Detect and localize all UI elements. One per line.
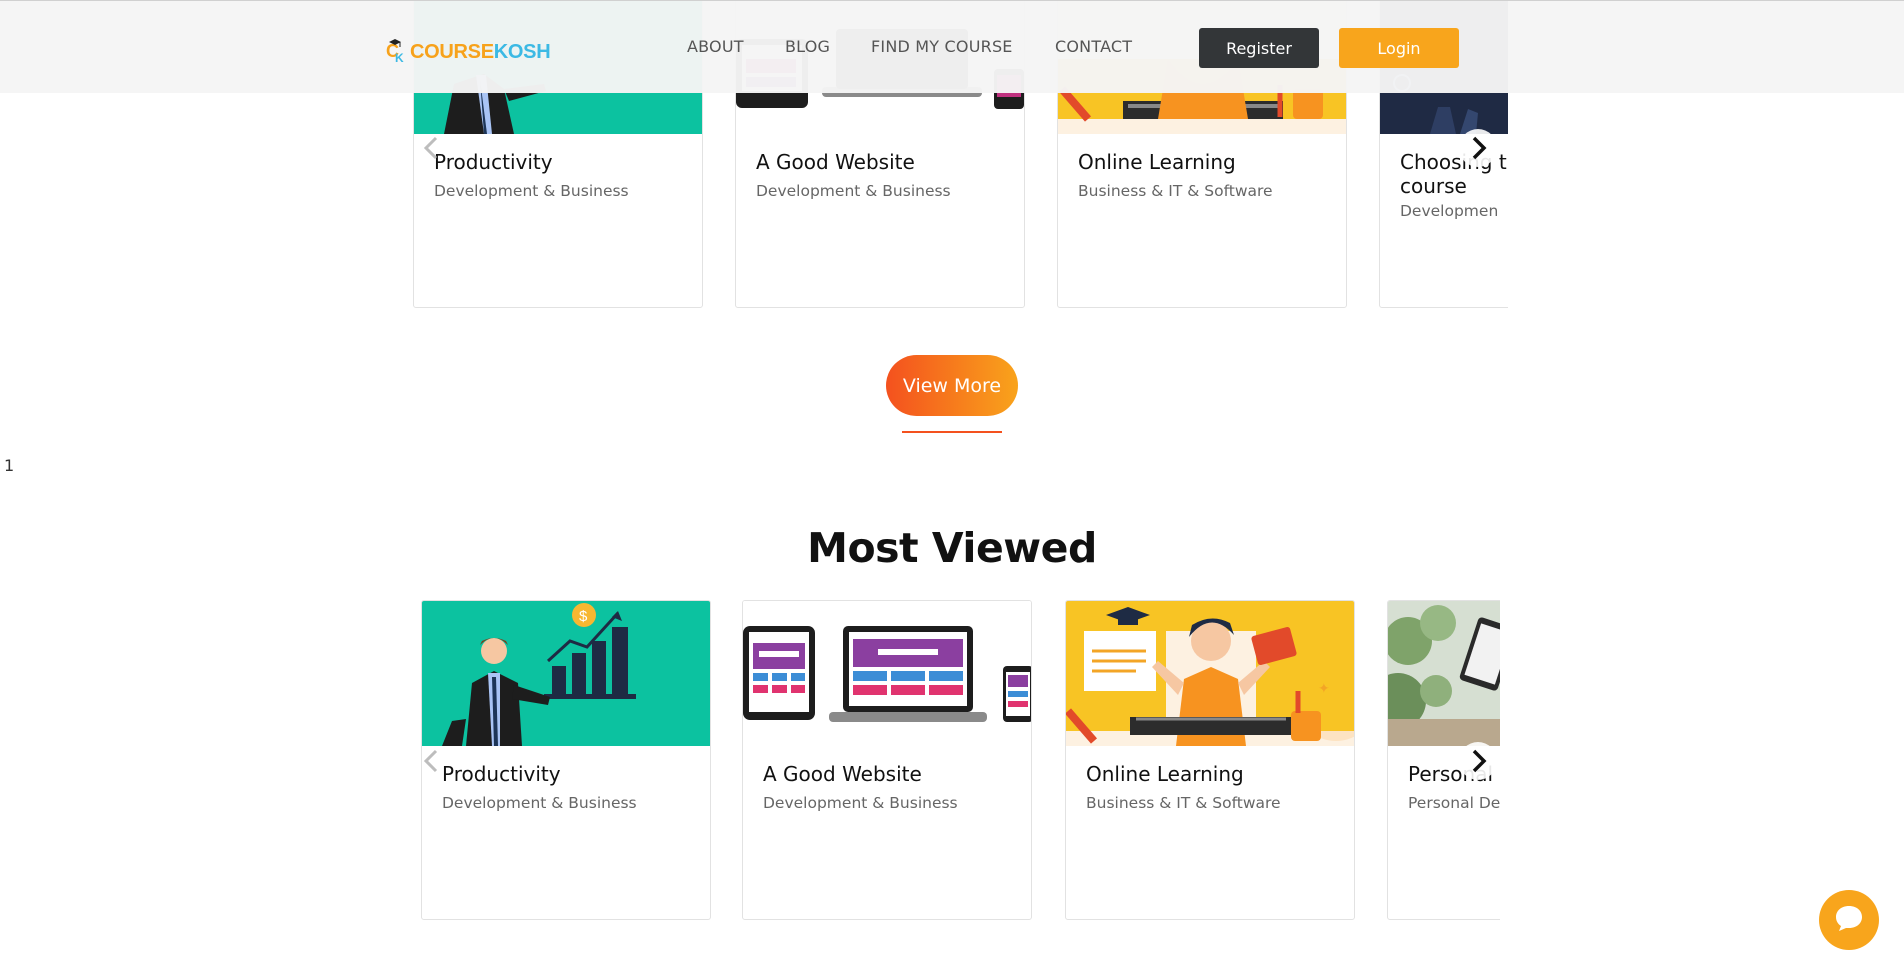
most-viewed-carousel: $ Productivity Development & Business A … [420, 600, 1500, 922]
chevron-left-icon[interactable] [420, 741, 452, 781]
course-title[interactable]: Productivity [442, 762, 692, 786]
course-card[interactable]: $ Productivity Development & Business [421, 600, 711, 920]
nav-blog[interactable]: BLOG [785, 37, 830, 56]
course-category: Developmen [1400, 202, 1499, 220]
most-viewed-heading: Most Viewed [807, 524, 1097, 572]
course-category: Personal De [1408, 794, 1500, 812]
login-button[interactable]: Login [1339, 28, 1459, 68]
online-learning-illustration: ✦ [1066, 601, 1354, 746]
site-header: C K COURSEKOSH ABOUT BLOG FIND MY COURSE… [0, 0, 1904, 93]
course-category: Business & IT & Software [1078, 182, 1273, 200]
course-category: Development & Business [763, 794, 958, 812]
nav-find-my-course[interactable]: FIND MY COURSE [871, 37, 1013, 56]
course-category: Development & Business [756, 182, 951, 200]
logo-text-kosh: KOSH [493, 41, 551, 63]
chevron-left-icon[interactable] [412, 128, 452, 168]
register-button[interactable]: Register [1199, 28, 1319, 68]
course-title[interactable]: Productivity [434, 150, 684, 174]
divider-line [902, 431, 1002, 433]
course-title[interactable]: A Good Website [756, 150, 1006, 174]
svg-text:✦: ✦ [1318, 680, 1330, 696]
chevron-right-icon[interactable] [1458, 741, 1498, 781]
svg-text:$: $ [579, 608, 588, 625]
course-card[interactable]: ✦ Online Learning Business & IT & Softwa… [1065, 600, 1355, 920]
chevron-right-icon[interactable] [1458, 128, 1498, 168]
nav-contact[interactable]: CONTACT [1055, 37, 1132, 56]
course-title[interactable]: Online Learning [1086, 762, 1336, 786]
coursekosh-logo[interactable]: C K COURSEKOSH [386, 35, 551, 65]
graduation-cap-logo-icon: C K [386, 37, 410, 65]
chat-bubble-icon [1834, 903, 1864, 937]
course-category: Business & IT & Software [1086, 794, 1281, 812]
course-title[interactable]: A Good Website [763, 762, 1013, 786]
tablet-photo [1388, 601, 1500, 746]
chat-button[interactable] [1819, 890, 1879, 950]
stray-text: 1 [4, 456, 15, 475]
course-card[interactable]: A Good Website Development & Business [742, 600, 1032, 920]
logo-text-course: COURSE [410, 41, 494, 63]
svg-text:K: K [395, 51, 404, 63]
course-title[interactable]: Online Learning [1078, 150, 1328, 174]
course-category: Development & Business [442, 794, 637, 812]
website-devices-illustration [743, 601, 1031, 746]
course-category: Development & Business [434, 182, 629, 200]
view-more-button[interactable]: View More [886, 355, 1018, 416]
productivity-illustration: $ [422, 601, 710, 746]
nav-about[interactable]: ABOUT [687, 37, 744, 56]
